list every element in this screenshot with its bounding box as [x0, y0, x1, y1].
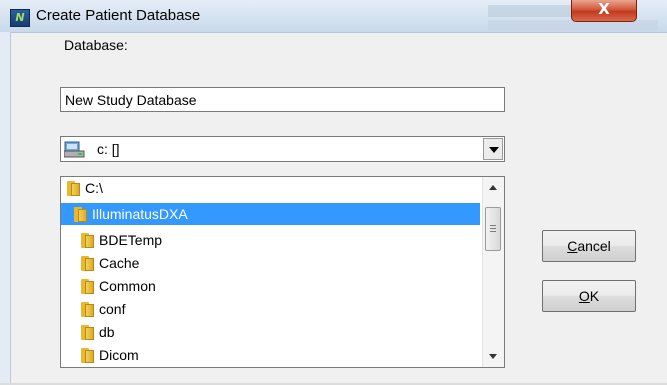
folder-icon: [81, 279, 94, 294]
drive-label: c: []: [97, 141, 120, 157]
background-window-blur: [488, 5, 584, 17]
directory-item[interactable]: conf: [61, 298, 480, 320]
folder-icon: [81, 325, 94, 340]
directory-name: IlluminatusDXA: [92, 206, 188, 222]
scroll-up-arrow-icon[interactable]: [483, 177, 504, 197]
directory-item[interactable]: db: [61, 321, 480, 343]
create-patient-database-dialog: N Create Patient Database X Database: c:…: [0, 0, 667, 385]
vertical-scrollbar[interactable]: [482, 177, 504, 367]
drive-select[interactable]: c: []: [60, 136, 505, 162]
scroll-down-arrow-icon[interactable]: [483, 347, 504, 367]
cancel-label: ancel: [577, 238, 611, 254]
scroll-thumb[interactable]: [485, 207, 501, 251]
directory-list[interactable]: C:\ IlluminatusDXA BDETemp Cache Common …: [60, 176, 505, 368]
folder-icon: [67, 181, 80, 196]
folder-icon: [81, 348, 94, 363]
directory-item[interactable]: Cache: [61, 252, 480, 274]
ok-label: K: [589, 288, 600, 304]
database-label: Database:: [64, 37, 128, 53]
directory-item[interactable]: Dicom: [61, 344, 480, 366]
directory-item[interactable]: Common: [61, 275, 480, 297]
window-frame-edge: [0, 32, 11, 385]
folder-icon: [81, 256, 94, 271]
directory-name: Cache: [99, 255, 140, 271]
window-title: Create Patient Database: [36, 7, 201, 24]
app-logo-icon: N: [10, 9, 30, 27]
directory-name: Dicom: [99, 347, 139, 363]
ok-button[interactable]: OK: [542, 280, 636, 312]
directory-name: Common: [99, 278, 156, 294]
directory-name: BDETemp: [99, 232, 163, 248]
folder-icon: [81, 233, 94, 248]
directory-item[interactable]: BDETemp: [61, 229, 480, 251]
title-bar[interactable]: N Create Patient Database X: [0, 0, 667, 33]
drive-icon: [64, 141, 85, 158]
close-button[interactable]: X: [571, 0, 637, 22]
directory-name: db: [99, 324, 115, 340]
directory-item[interactable]: IlluminatusDXA: [61, 203, 480, 225]
directory-name: C:\: [85, 180, 103, 196]
cancel-mnemonic: C: [567, 238, 578, 254]
drive-dropdown-arrow-icon[interactable]: [483, 138, 503, 160]
directory-name: conf: [99, 301, 126, 317]
directory-item[interactable]: C:\: [61, 177, 480, 199]
folder-icon: [81, 302, 94, 317]
cancel-button[interactable]: Cancel: [542, 230, 636, 262]
ok-mnemonic: O: [578, 288, 590, 304]
database-name-input[interactable]: [60, 87, 505, 112]
folder-icon: [74, 207, 87, 222]
